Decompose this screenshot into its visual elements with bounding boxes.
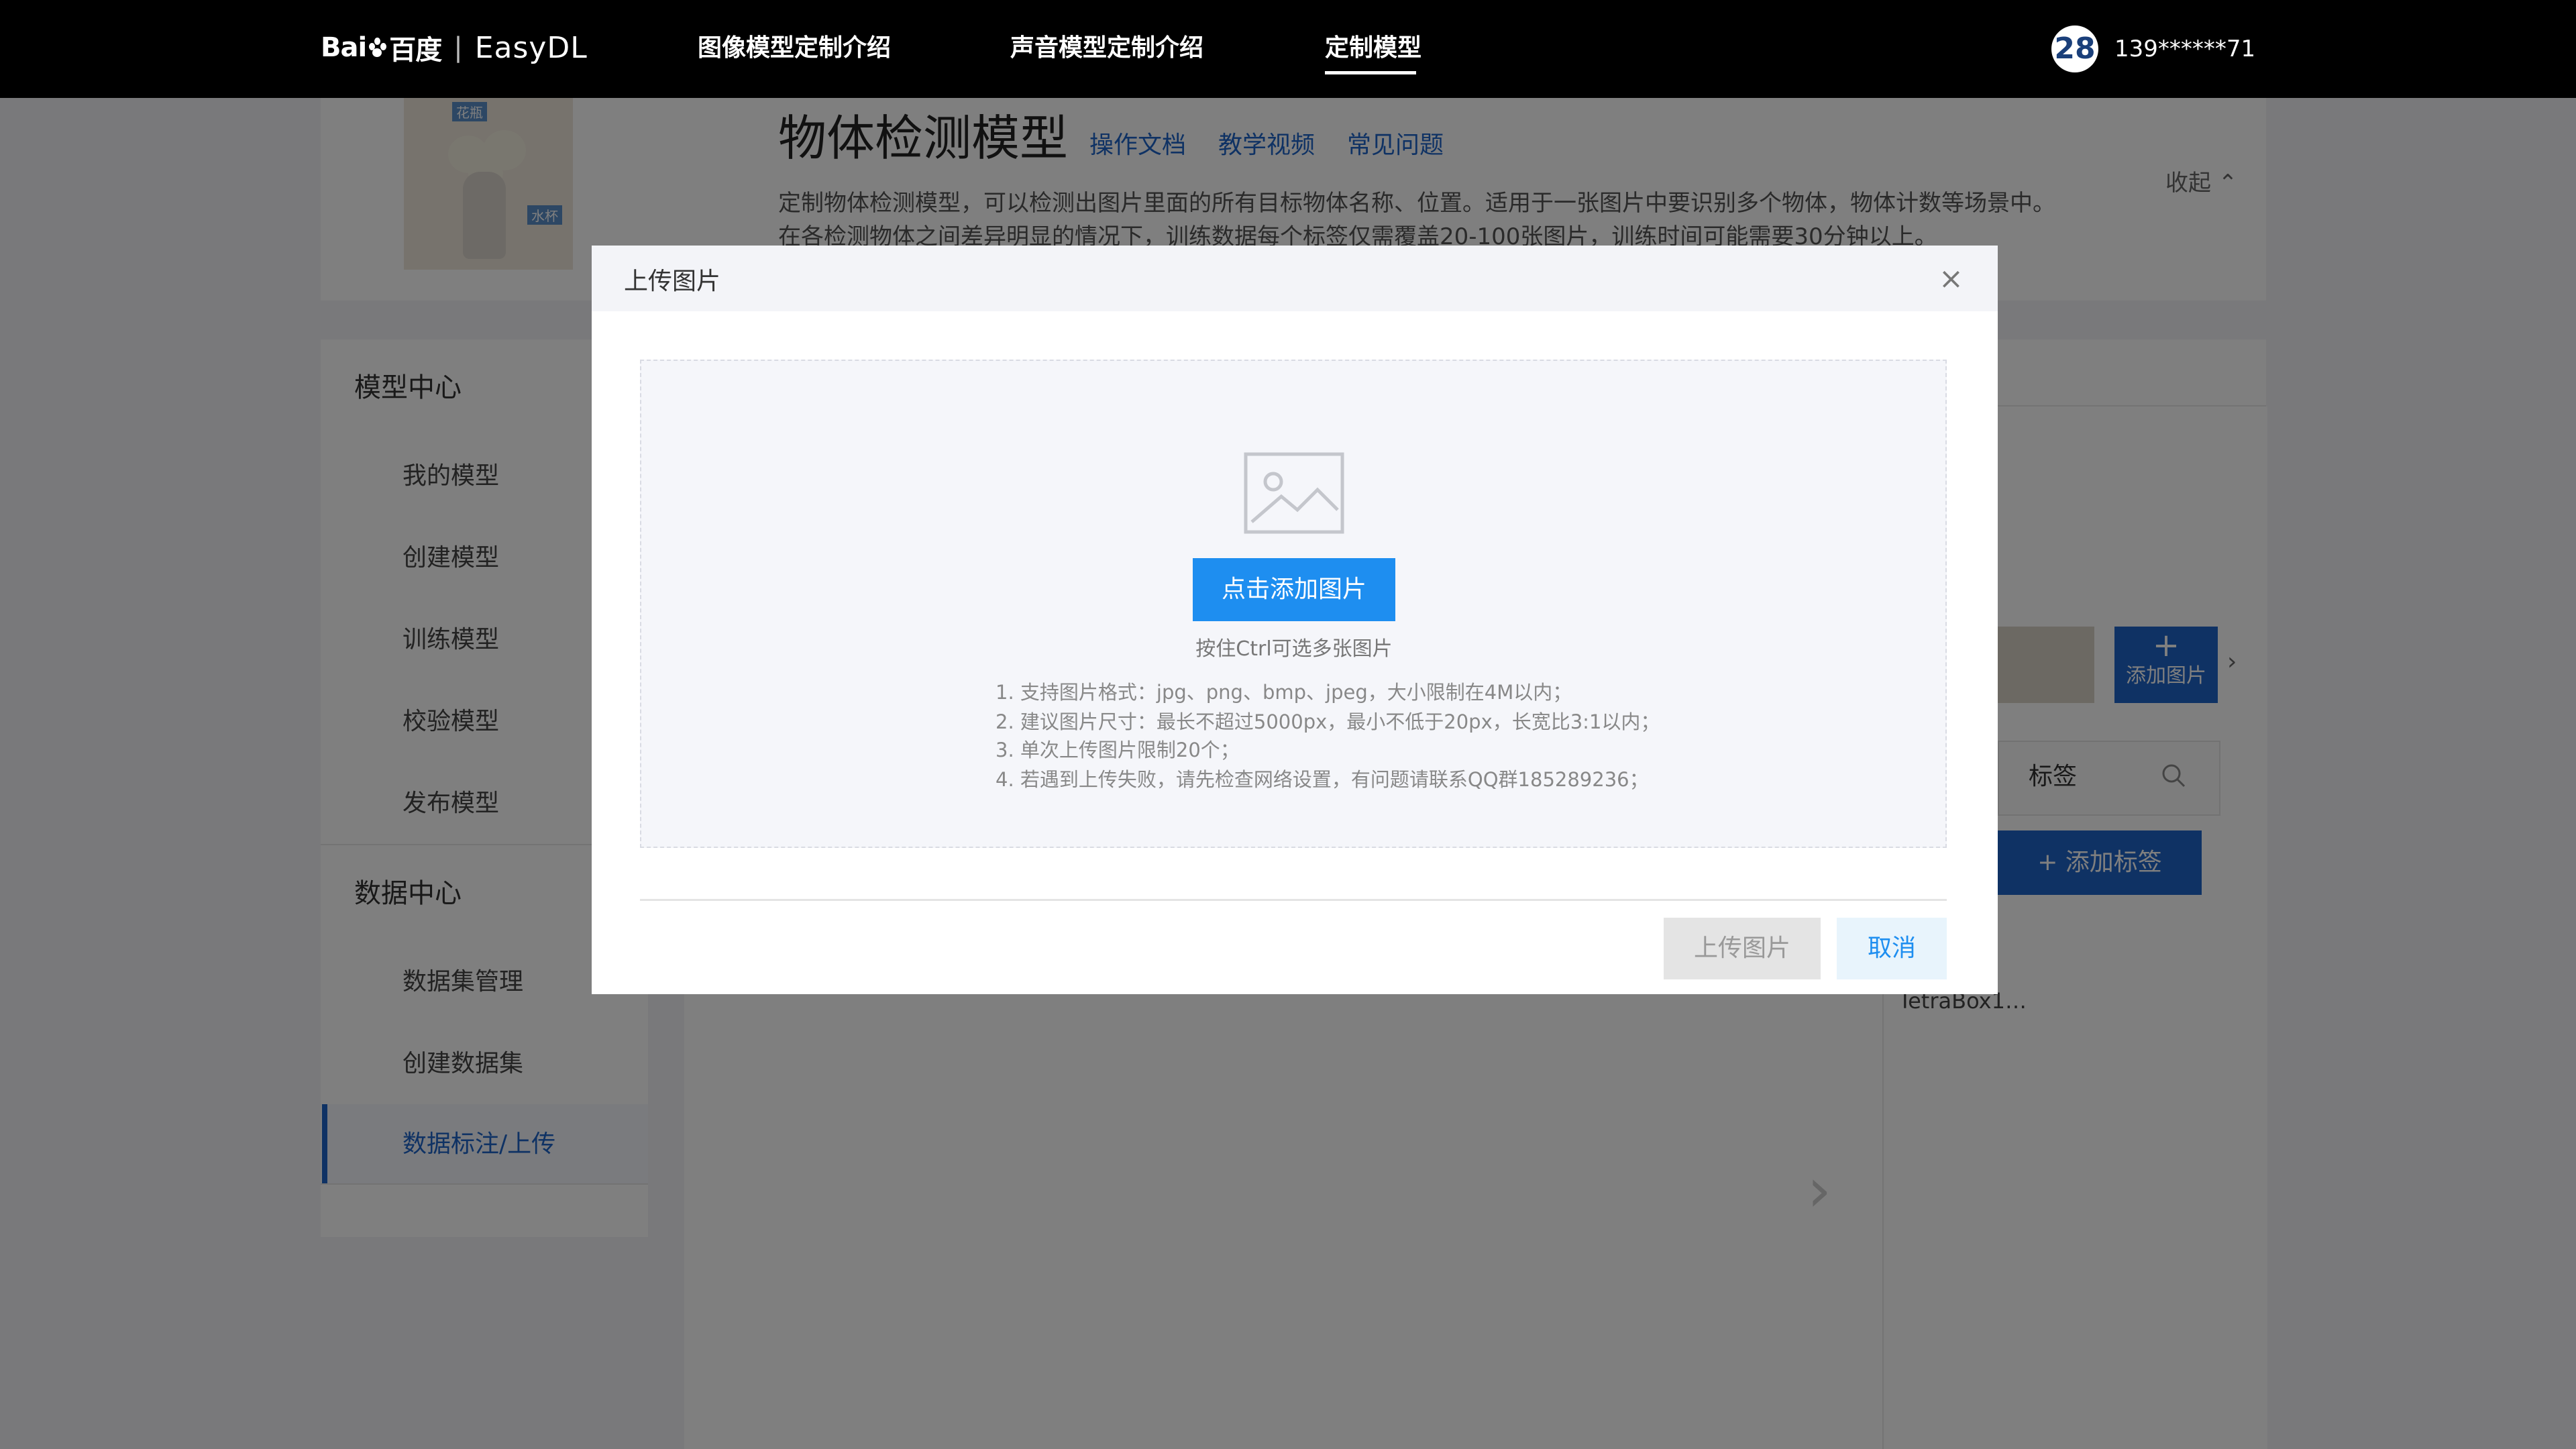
upload-rule-count: 3. 单次上传图片限制20个；	[996, 739, 1240, 761]
nav-custom-model[interactable]: 定制模型	[1325, 31, 1421, 66]
dialog-title: 上传图片	[624, 268, 721, 295]
logo-text-bai: Bai	[321, 32, 367, 63]
user-account[interactable]: 139******71	[2114, 34, 2255, 64]
dialog-header	[592, 246, 1998, 311]
upload-rule-size: 2. 建议图片尺寸：最长不超过5000px，最小不低于20px，长宽比3:1以内…	[996, 710, 1660, 733]
avatar[interactable]: 28	[2051, 25, 2098, 72]
product-name: EasyDL	[474, 30, 588, 65]
upload-button-disabled[interactable]: 上传图片	[1664, 918, 1821, 979]
paw-icon	[368, 38, 388, 58]
click-add-image-button[interactable]: 点击添加图片	[1193, 558, 1395, 621]
dialog-footer-divider	[640, 899, 1947, 901]
nav-image-model-intro[interactable]: 图像模型定制介绍	[698, 31, 891, 66]
close-icon[interactable]: ×	[1939, 263, 1964, 295]
multi-select-hint: 按住Ctrl可选多张图片	[1195, 637, 1393, 661]
cancel-button[interactable]: 取消	[1837, 918, 1947, 979]
image-placeholder-icon	[1244, 452, 1344, 534]
baidu-easydl-logo[interactable]: Bai 百度 | EasyDL	[321, 23, 588, 72]
upload-rule-format: 1. 支持图片格式：jpg、png、bmp、jpeg，大小限制在4M以内；	[996, 681, 1572, 704]
nav-active-underline	[1325, 71, 1416, 74]
logo-separator: |	[453, 32, 463, 63]
logo-text-baidu: 百度	[389, 35, 442, 66]
nav-sound-model-intro[interactable]: 声音模型定制介绍	[1010, 31, 1203, 66]
upload-rule-failure: 4. 若遇到上传失败，请先检查网络设置，有问题请联系QQ群185289236；	[996, 768, 1649, 791]
